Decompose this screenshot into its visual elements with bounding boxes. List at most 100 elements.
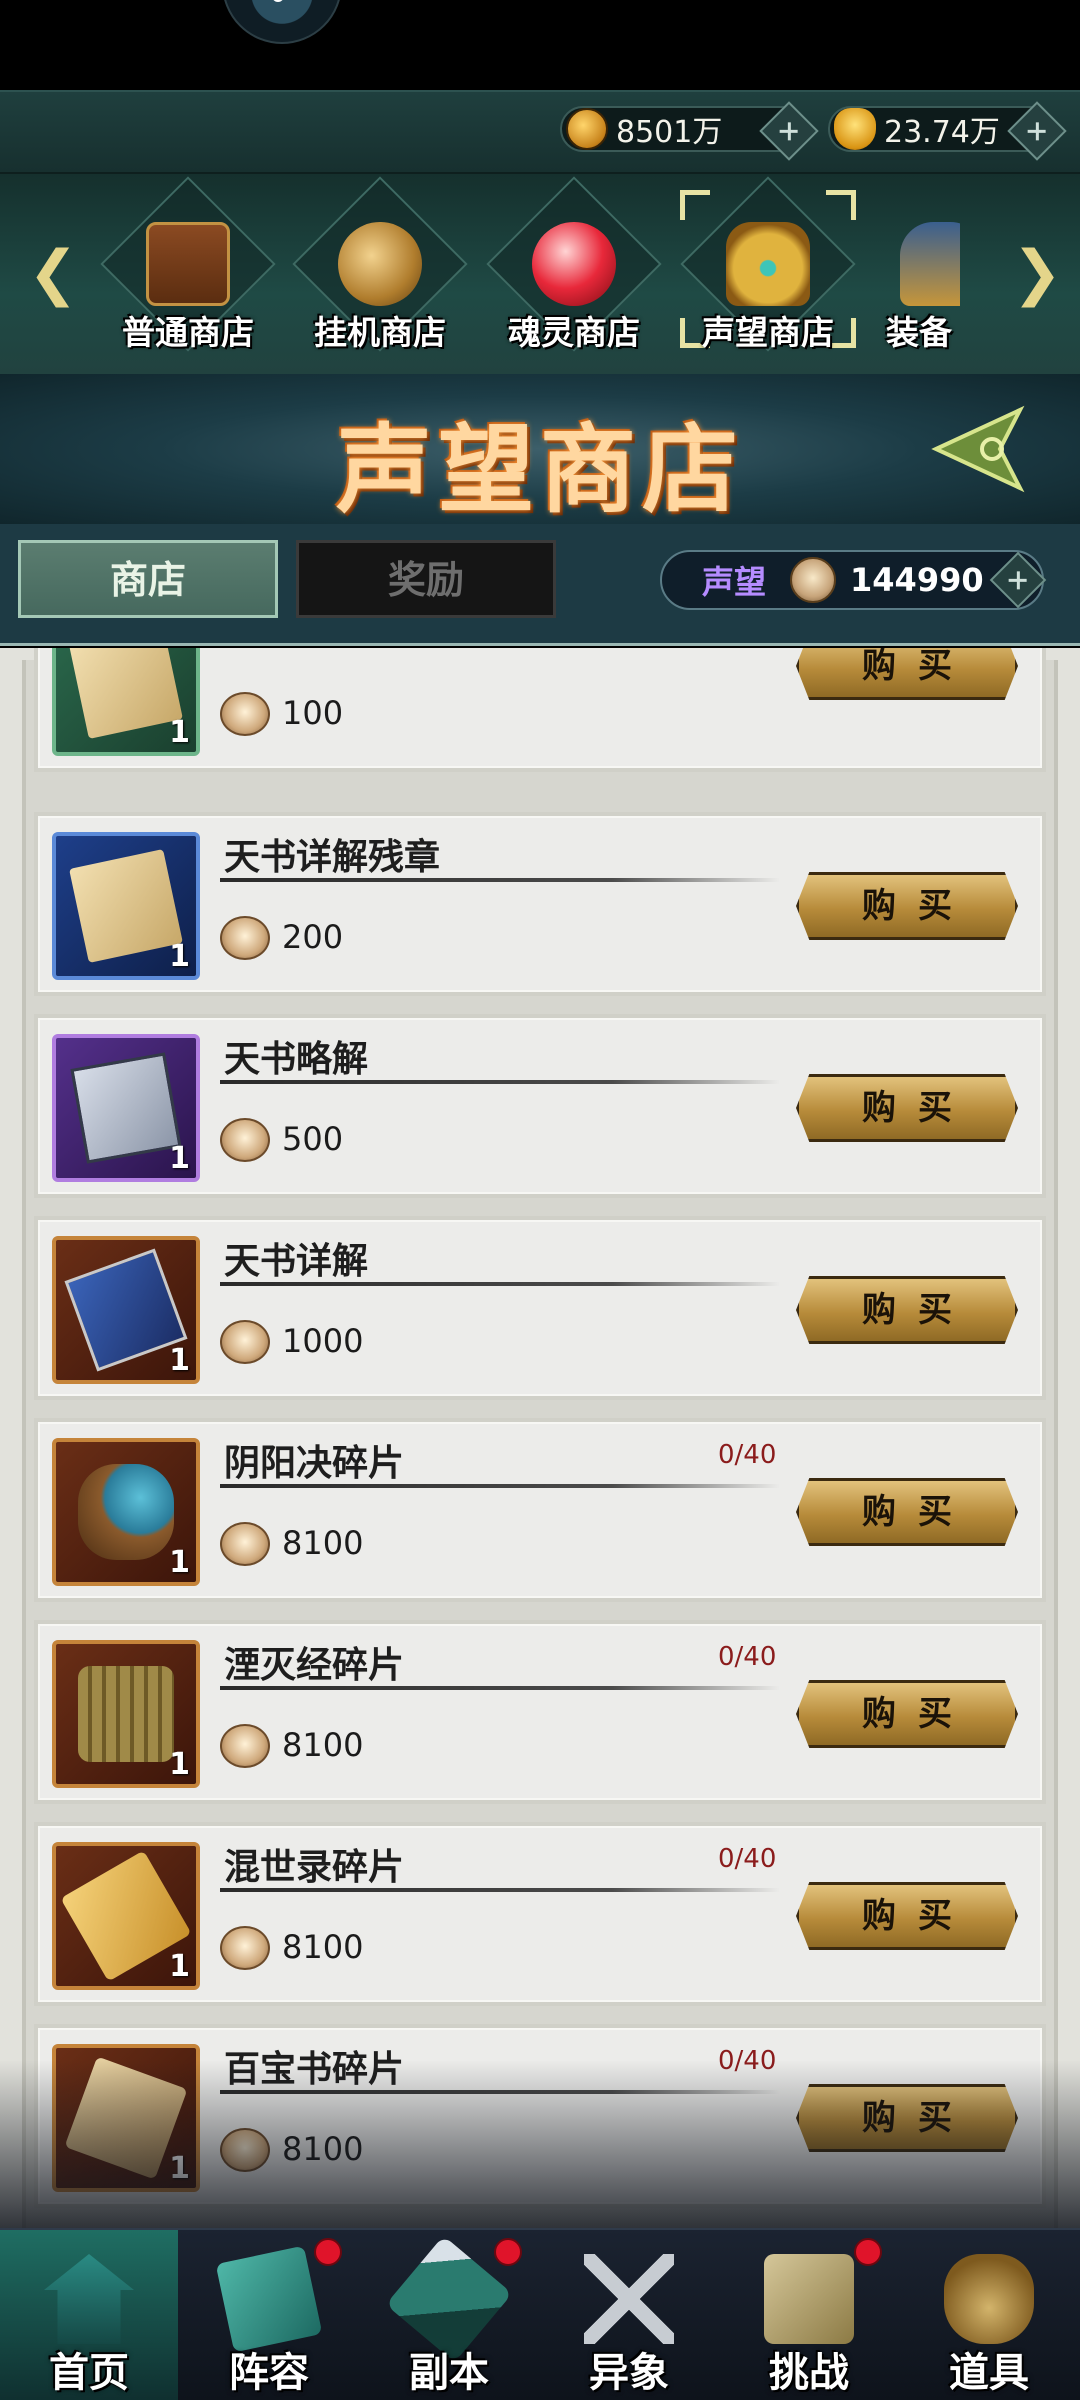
list-item: 1 混世录碎片 0/40 8100 购买: [34, 1822, 1046, 2006]
buy-button[interactable]: 购买: [796, 1680, 1018, 1748]
shop-tab-equipment[interactable]: 装备: [870, 196, 960, 356]
nav-label: 道具: [949, 2349, 1029, 2396]
reputation-coin-icon: [220, 1118, 270, 1162]
reputation-coin-icon: [220, 1522, 270, 1566]
reputation-label: 声望: [702, 563, 767, 601]
shop-tab-idle[interactable]: 挂机商店: [292, 176, 468, 356]
helmet-icon: [900, 222, 960, 306]
buy-button[interactable]: 购买: [796, 1074, 1018, 1142]
bottom-nav: 首页 阵容 副本 异象 挑战 道具: [0, 2228, 1080, 2400]
buy-button[interactable]: 购买: [796, 872, 1018, 940]
list-item: 1 天书详解 1000 购买: [34, 1216, 1046, 1400]
item-name: 天书略解: [224, 1038, 369, 1080]
buy-button[interactable]: 购买: [796, 2084, 1018, 2152]
nav-label: 阵容: [229, 2349, 309, 2396]
list-item: 1 100 购买: [34, 648, 1046, 772]
scroll-icon: [69, 849, 183, 963]
item-bag-icon: [944, 2254, 1034, 2344]
item-list[interactable]: 1 100 购买 1 天书详解残章 200 购买 1 天书略解 500 购买 1: [0, 648, 1080, 2228]
shop-banner: 声望商店: [0, 374, 1080, 526]
ingot-amount: 23.74万: [884, 115, 1000, 150]
nav-label: 挑战: [769, 2349, 849, 2396]
home-icon: [44, 2254, 134, 2344]
reputation-coin-icon: [220, 692, 270, 736]
item-icon[interactable]: 1: [52, 1640, 200, 1788]
shop-tab-label: 魂灵商店: [508, 313, 640, 352]
pouch-icon: [78, 1464, 174, 1560]
item-icon[interactable]: 1: [52, 1438, 200, 1586]
nav-dungeon[interactable]: 副本: [360, 2230, 538, 2400]
challenge-icon: [764, 2254, 854, 2344]
shop-tab-label: 声望商店: [702, 313, 834, 352]
nav-challenge[interactable]: 挑战: [720, 2230, 898, 2400]
mascot-avatar-icon: [222, 0, 342, 44]
buy-button[interactable]: 购买: [796, 1478, 1018, 1546]
reputation-coin-icon: [220, 1320, 270, 1364]
purchase-limit: 0/40: [718, 1844, 777, 1874]
nav-label: 副本: [409, 2349, 489, 2396]
crossed-swords-icon: [584, 2254, 674, 2344]
notification-badge: [494, 2238, 522, 2266]
page-title: 声望商店: [336, 413, 744, 526]
item-price: 8100: [282, 1726, 364, 1764]
medal-icon: [338, 222, 422, 306]
purchase-limit: 0/40: [718, 2046, 777, 2076]
add-coins-button[interactable]: [759, 101, 819, 161]
next-shop-arrow-icon[interactable]: ❯: [1012, 243, 1062, 303]
ingot-icon: [834, 108, 876, 150]
buy-button[interactable]: 购买: [796, 1276, 1018, 1344]
ingot-balance: 23.74万: [828, 101, 1067, 161]
item-price: 200: [282, 918, 344, 956]
nav-items[interactable]: 道具: [900, 2230, 1078, 2400]
add-reputation-button[interactable]: [989, 551, 1047, 609]
item-price: 1000: [282, 1322, 364, 1360]
purchase-limit: 0/40: [718, 1440, 777, 1470]
coin-icon: [566, 108, 608, 150]
reputation-coin-icon: [220, 1926, 270, 1970]
item-name: 天书详解: [224, 1240, 369, 1282]
item-icon[interactable]: 1: [52, 1034, 200, 1182]
shop-tab-normal[interactable]: 普通商店: [100, 176, 276, 356]
item-price: 500: [282, 1120, 344, 1158]
coin-amount: 8501万: [616, 115, 723, 150]
shop-tab-soul[interactable]: 魂灵商店: [486, 176, 662, 356]
item-name: 混世录碎片: [224, 1846, 405, 1888]
item-name: 天书详解残章: [224, 836, 441, 878]
item-icon[interactable]: 1: [52, 832, 200, 980]
item-name: 百宝书碎片: [224, 2048, 405, 2090]
item-icon[interactable]: 1: [52, 2044, 200, 2192]
reputation-coin-icon: [790, 557, 837, 603]
item-icon[interactable]: 1: [52, 648, 200, 756]
item-icon[interactable]: 1: [52, 1236, 200, 1384]
buy-button[interactable]: 购买: [796, 648, 1018, 700]
item-icon[interactable]: 1: [52, 1842, 200, 1990]
reputation-value: 144990: [850, 561, 984, 599]
bamboo-scroll-icon: [78, 1666, 174, 1762]
lineup-icon: [215, 2245, 323, 2353]
item-name: 湮灭经碎片: [224, 1644, 405, 1686]
currency-bar: 8501万 23.74万: [0, 90, 1080, 174]
shop-tab-reputation[interactable]: 声望商店: [680, 176, 856, 356]
reputation-coin-icon: [220, 916, 270, 960]
list-item: 1 天书详解残章 200 购买: [34, 812, 1046, 996]
add-ingots-button[interactable]: [1007, 101, 1067, 161]
tab-shop[interactable]: 商店: [18, 540, 278, 618]
nav-anomaly[interactable]: 异象: [540, 2230, 718, 2400]
tab-rewards[interactable]: 奖励: [296, 540, 556, 618]
reputation-coin-icon: [220, 1724, 270, 1768]
nav-home[interactable]: 首页: [0, 2230, 178, 2400]
buy-button[interactable]: 购买: [796, 1882, 1018, 1950]
status-area: [0, 0, 1080, 90]
list-item: 1 百宝书碎片 0/40 8100 购买: [34, 2024, 1046, 2208]
chest-icon: [146, 222, 230, 306]
notification-badge: [314, 2238, 342, 2266]
coin-balance: 8501万: [560, 101, 819, 161]
back-arrow-icon[interactable]: [930, 404, 1040, 494]
shop-tab-label: 装备: [886, 313, 952, 352]
nav-label: 异象: [589, 2349, 669, 2396]
notification-badge: [854, 2238, 882, 2266]
nav-lineup[interactable]: 阵容: [180, 2230, 358, 2400]
prev-shop-arrow-icon[interactable]: ❮: [28, 243, 78, 303]
item-price: 8100: [282, 2130, 364, 2168]
item-price: 100: [282, 694, 344, 732]
